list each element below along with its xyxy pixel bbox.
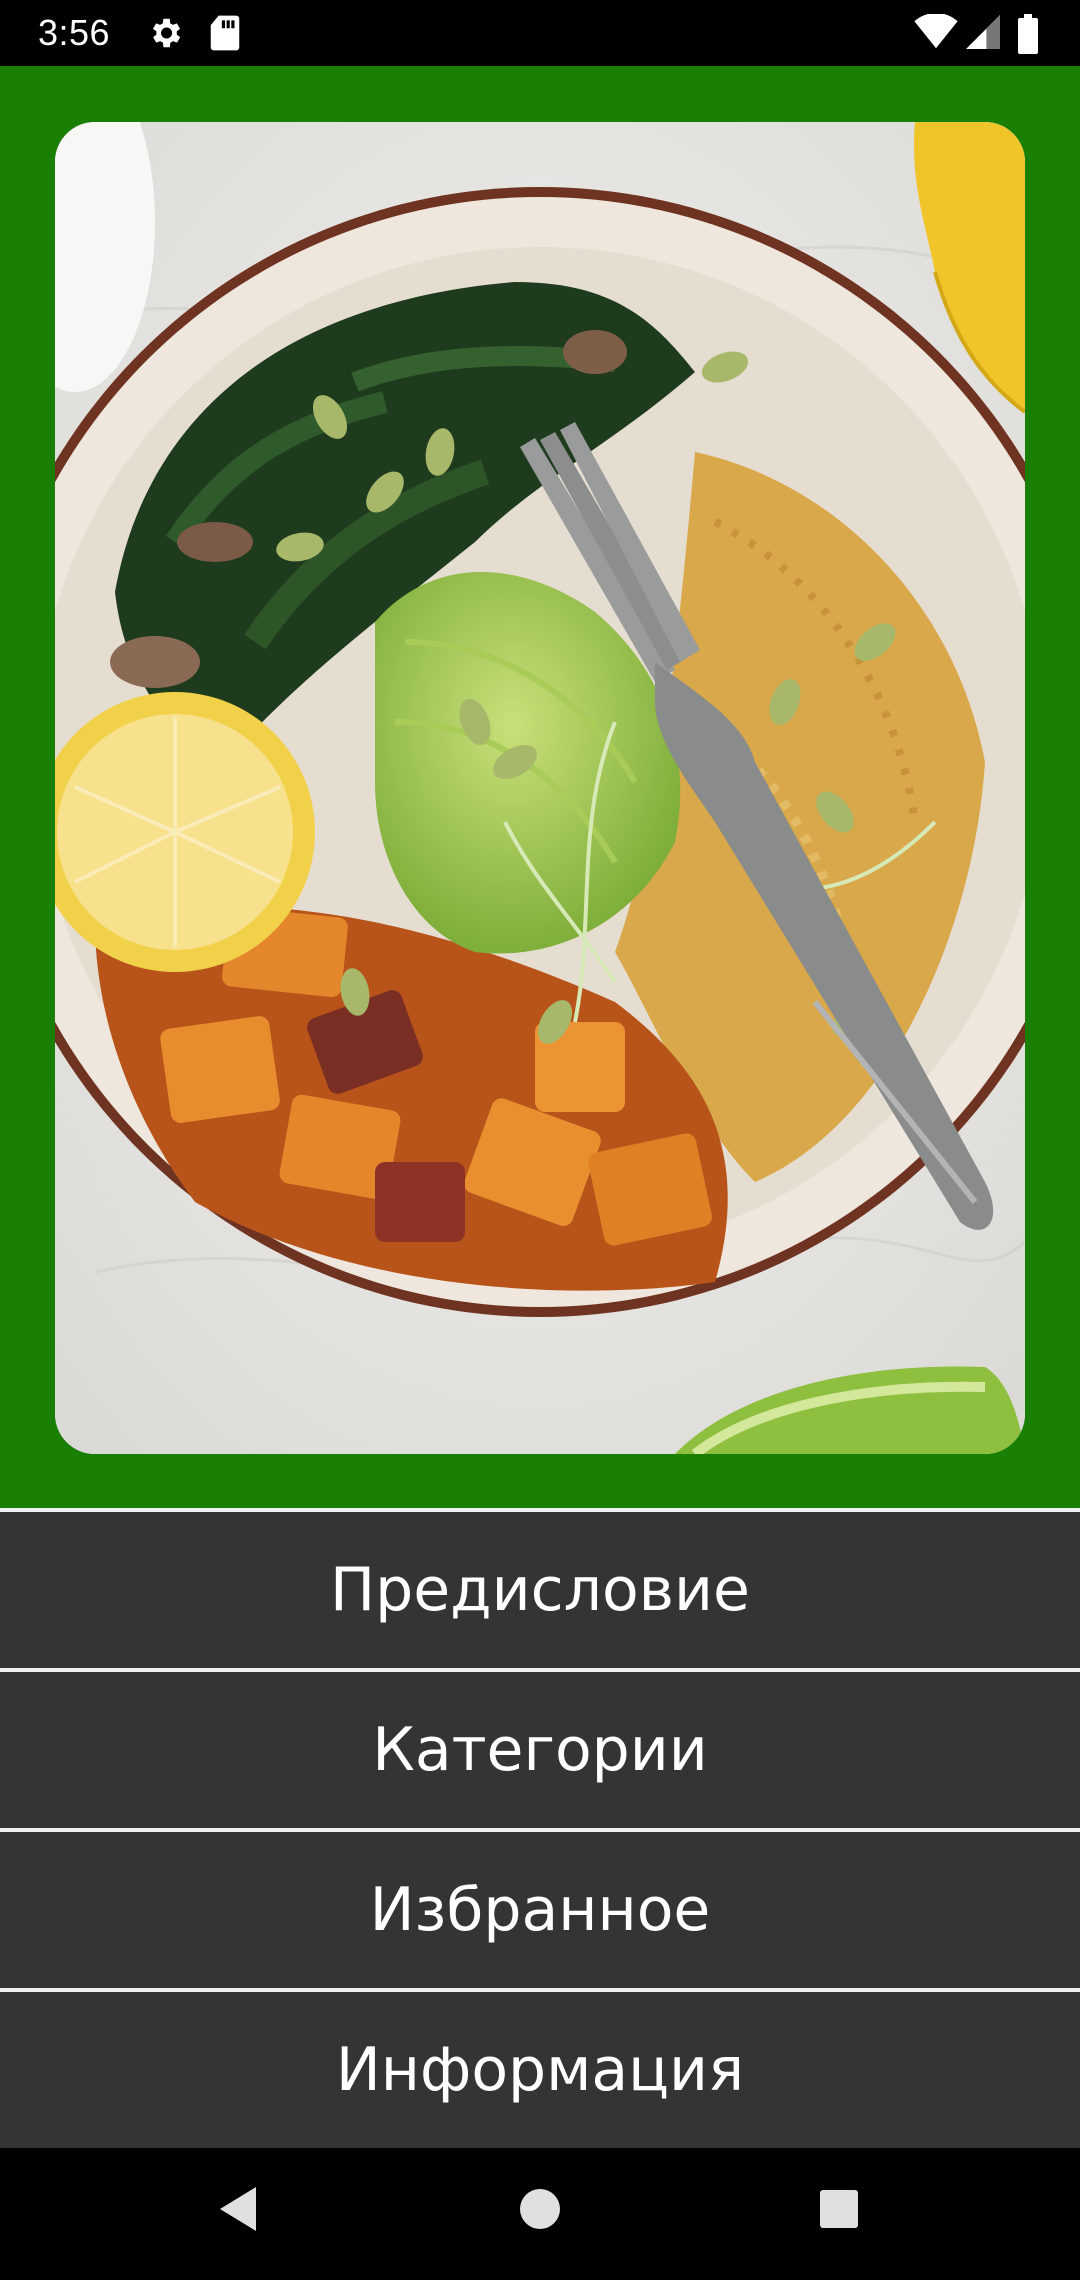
- gear-icon: [152, 18, 181, 48]
- navigation-bar: [0, 2148, 1080, 2280]
- menu-item-label: Категории: [372, 1715, 708, 1785]
- food-bowl-photo: [55, 122, 1025, 1454]
- menu-item-preface[interactable]: Предисловие: [0, 1512, 1080, 1668]
- battery-icon: [1018, 14, 1038, 54]
- header-area: [0, 66, 1080, 1508]
- hero-image: [55, 122, 1025, 1454]
- wifi-icon: [914, 14, 958, 49]
- recents-icon[interactable]: [818, 2184, 862, 2234]
- signal-icon: [966, 15, 1000, 49]
- status-bar: 3:56: [0, 0, 1080, 66]
- status-time: 3:56: [38, 12, 111, 53]
- menu-item-favorites[interactable]: Избранное: [0, 1832, 1080, 1988]
- sd-card-icon: [210, 15, 240, 51]
- menu-item-label: Избранное: [369, 1875, 711, 1945]
- main-menu: Предисловие Категории Избранное Информац…: [0, 1508, 1080, 2148]
- menu-item-categories[interactable]: Категории: [0, 1672, 1080, 1828]
- menu-item-information[interactable]: Информация: [0, 1992, 1080, 2148]
- back-icon[interactable]: [216, 2184, 260, 2234]
- home-icon[interactable]: [518, 2184, 562, 2234]
- menu-item-label: Информация: [335, 2035, 745, 2105]
- menu-item-label: Предисловие: [330, 1555, 750, 1625]
